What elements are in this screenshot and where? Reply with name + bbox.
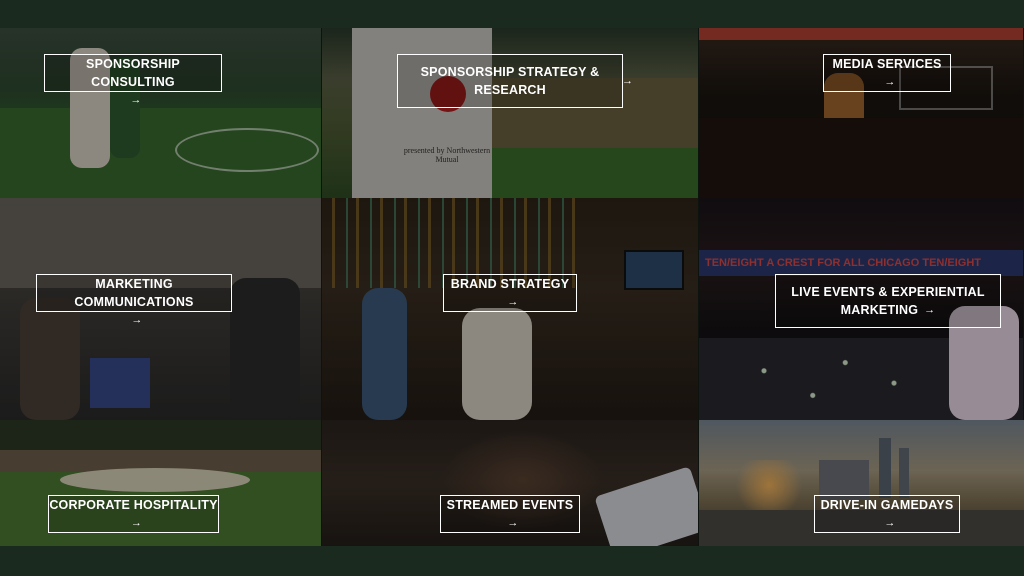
tile-corporate-hospitality[interactable]: CORPORATE HOSPITALITY →	[0, 420, 322, 546]
arrow-right-icon: →	[507, 517, 519, 529]
sponsorship-strategy-research-button[interactable]: SPONSORSHIP STRATEGY & RESEARCH →	[397, 54, 633, 108]
sponsorship-consulting-button[interactable]: SPONSORSHIP CONSULTING →	[44, 54, 222, 106]
arrow-right-icon: →	[130, 517, 143, 529]
arrow-right-icon: →	[507, 296, 519, 308]
tile-sponsorship-strategy[interactable]: presented by Northwestern Mutual SPONSOR…	[322, 28, 699, 198]
live-events-experiential-marketing-button[interactable]: LIVE EVENTS & EXPERIENTIAL MARKETING →	[775, 274, 1001, 328]
tile-brand-strategy[interactable]: BRAND STRATEGY →	[322, 198, 699, 420]
tile-drive-in-gamedays[interactable]: DRIVE-IN GAMEDAYS →	[699, 420, 1024, 546]
media-services-button[interactable]: MEDIA SERVICES →	[823, 54, 951, 92]
drive-in-gamedays-button[interactable]: DRIVE-IN GAMEDAYS →	[814, 495, 960, 533]
arrow-right-icon: →	[924, 304, 936, 316]
tile-sponsorship-consulting[interactable]: SPONSORSHIP CONSULTING →	[0, 28, 322, 198]
tile-live-events[interactable]: TEN/EIGHT A CREST FOR ALL CHICAGO TEN/EI…	[699, 198, 1024, 420]
brand-strategy-button[interactable]: BRAND STRATEGY →	[443, 274, 577, 312]
corporate-hospitality-button[interactable]: CORPORATE HOSPITALITY →	[48, 495, 219, 533]
arrow-right-icon: →	[884, 76, 896, 88]
arrow-right-icon: →	[131, 314, 143, 326]
arrow-right-icon: →	[884, 517, 896, 529]
tile-media-services[interactable]: MEDIA SERVICES →	[699, 28, 1024, 198]
arrow-right-icon: →	[130, 94, 142, 106]
tile-streamed-events[interactable]: STREAMED EVENTS →	[322, 420, 699, 546]
marketing-communications-button[interactable]: MARKETING COMMUNICATIONS →	[36, 274, 232, 326]
streamed-events-button[interactable]: STREAMED EVENTS →	[440, 495, 580, 533]
services-grid: SPONSORSHIP CONSULTING → presented by No…	[0, 28, 1024, 546]
tile-marketing-communications[interactable]: MARKETING COMMUNICATIONS →	[0, 198, 322, 420]
arrow-right-icon: →	[622, 75, 634, 87]
